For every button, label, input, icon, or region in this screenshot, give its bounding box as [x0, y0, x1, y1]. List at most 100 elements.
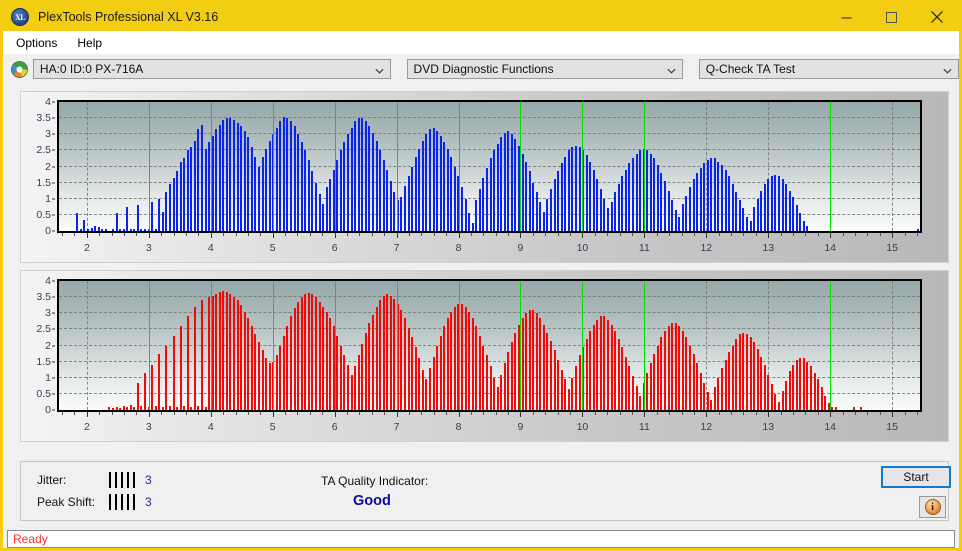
chart-bar [624, 356, 627, 410]
chart-bar [364, 121, 367, 231]
x-axis-tick-minor [223, 233, 225, 236]
session-marker-line [148, 281, 150, 410]
chart-bar [753, 206, 756, 231]
chart-bar [471, 318, 474, 410]
chart-bar [172, 335, 175, 410]
chart-bar [728, 176, 731, 231]
close-icon[interactable] [914, 3, 959, 31]
chart-bar [699, 372, 702, 410]
chart-bar [265, 358, 268, 410]
chart-bar [347, 364, 350, 410]
x-axis-tick-minor [359, 412, 361, 415]
ta-quality-value: Good [353, 493, 391, 509]
meter-segment [121, 472, 123, 488]
chart-bar [201, 124, 203, 231]
x-axis-tick [582, 233, 584, 238]
chart-bar [215, 129, 218, 231]
chart-bar [240, 126, 243, 231]
chart-bar [279, 121, 282, 231]
chart-bar [386, 169, 389, 231]
info-icon: i [924, 499, 941, 515]
chart-bar [813, 372, 816, 410]
gridline-vertical [892, 281, 894, 410]
menu-item-options[interactable]: Options [7, 33, 66, 53]
chart-bar [500, 137, 503, 231]
chart-bar [546, 332, 549, 410]
meter-segment [115, 494, 117, 510]
chart-bar [639, 150, 642, 231]
chart-bar [307, 160, 310, 231]
chart-bar [738, 200, 741, 231]
chart-bar [79, 229, 82, 231]
chart-bar [411, 337, 414, 410]
chart-bar [389, 295, 392, 410]
chart-bar [297, 134, 300, 231]
chart-bar [532, 182, 535, 231]
x-axis-tick-minor [185, 412, 187, 415]
chart-bar [133, 229, 136, 231]
chart-bar [710, 158, 713, 231]
chart-bar [503, 132, 506, 231]
x-axis-tick [520, 233, 522, 238]
chart-bar [678, 326, 681, 410]
chart-bar [218, 124, 221, 231]
chart-bar [418, 358, 421, 410]
start-button[interactable]: Start [881, 466, 951, 488]
gridline-vertical [86, 102, 88, 231]
chart-bar [674, 210, 677, 231]
chart-bar [222, 119, 225, 231]
y-axis-tick [52, 296, 55, 298]
gridline-horizontal [59, 312, 920, 314]
chart-bar [386, 293, 389, 410]
chart-bar [322, 203, 325, 231]
chart-bar [660, 337, 663, 410]
test-select[interactable]: Q-Check TA Test [698, 59, 959, 79]
chart-bar [795, 360, 798, 410]
x-axis-tick-minor [99, 233, 101, 236]
x-axis-tick-minor [421, 412, 423, 415]
chart-bar [603, 198, 606, 231]
chart-bar [250, 147, 253, 231]
chart-bar [229, 118, 232, 231]
chart-bar [314, 182, 317, 231]
chart-bar [532, 310, 535, 410]
x-axis-tick-minor [916, 233, 918, 236]
session-marker-line [334, 281, 336, 410]
x-axis-tick [272, 412, 274, 417]
chart-bar [646, 150, 649, 231]
y-axis-label: 1.5 [36, 176, 51, 189]
chart-bar [599, 189, 602, 231]
x-axis-tick [334, 412, 336, 417]
drive-select[interactable]: HA:0 ID:0 PX-716A [32, 59, 391, 79]
chart-bar [713, 387, 716, 410]
info-button[interactable]: i [919, 496, 946, 518]
menu-item-help[interactable]: Help [68, 33, 111, 53]
x-axis-tick-minor [235, 412, 237, 415]
chart-bar [503, 363, 506, 410]
chart-bar [236, 122, 239, 231]
y-axis-label: 3.5 [36, 291, 51, 304]
chart-bar [706, 392, 709, 410]
category-select[interactable]: DVD Diagnostic Functions [406, 59, 683, 79]
chart-bar [197, 406, 200, 410]
chart-bar [617, 339, 620, 410]
x-axis-tick-minor [532, 412, 534, 415]
minimize-icon[interactable] [824, 3, 869, 31]
x-axis-tick [458, 412, 460, 417]
chart-bar [325, 187, 328, 231]
chart-bar [574, 366, 577, 410]
chart-bar [176, 171, 179, 231]
maximize-icon[interactable] [869, 3, 914, 31]
peak-shift-value: 3 [145, 495, 152, 509]
x-axis-tick-minor [309, 233, 311, 236]
chart-bar [318, 301, 321, 410]
chart-bar [475, 326, 478, 410]
chart-bar [115, 406, 118, 410]
x-axis-tick-minor [136, 233, 138, 236]
chart-bar [375, 140, 378, 231]
x-axis-tick-minor [322, 233, 324, 236]
y-axis-label: 3.5 [36, 112, 51, 125]
x-axis-label: 4 [207, 421, 214, 433]
app-logo-icon: XL [11, 8, 29, 26]
peak-shift-metric-row: Peak Shift: 3 [37, 494, 152, 510]
